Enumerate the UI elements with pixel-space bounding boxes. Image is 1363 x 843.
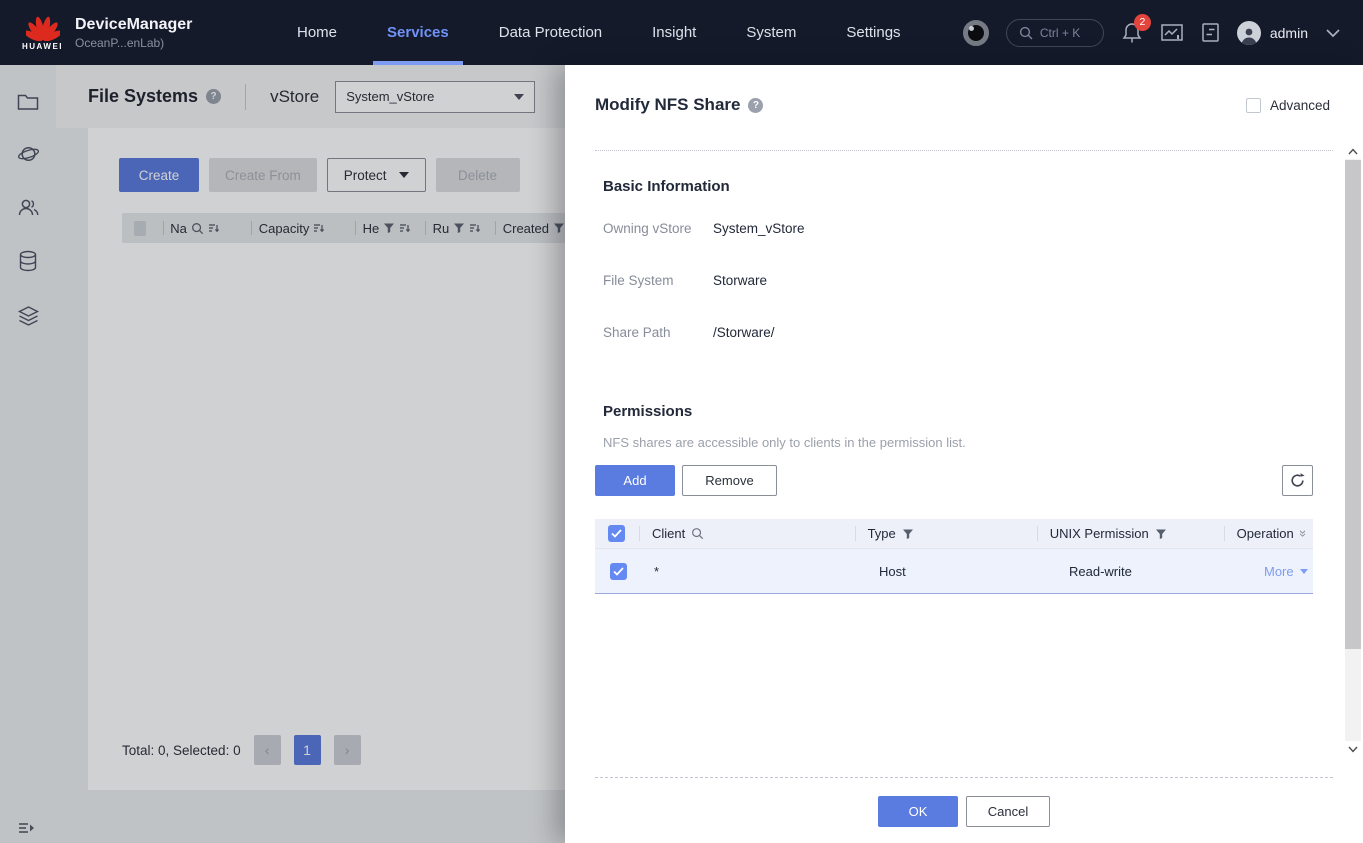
file-system-value: Storware (713, 273, 767, 288)
permission-row[interactable]: * Host Read-write More (595, 548, 1313, 594)
chevron-up-icon (1348, 148, 1358, 155)
nav-item-home[interactable]: Home (283, 0, 351, 65)
chevron-down-icon (1348, 746, 1358, 753)
scrollbar-track[interactable] (1345, 159, 1361, 741)
document-icon (1201, 22, 1220, 43)
device-lens-icon[interactable] (963, 20, 989, 46)
refresh-icon (1289, 472, 1306, 489)
owning-vstore-label: Owning vStore (603, 221, 713, 236)
basic-info-heading: Basic Information (603, 178, 730, 195)
share-path-label: Share Path (603, 325, 713, 340)
row-checkbox[interactable] (610, 563, 627, 580)
username[interactable]: admin (1270, 25, 1308, 41)
cancel-button[interactable]: Cancel (966, 796, 1050, 827)
advanced-label: Advanced (1270, 98, 1330, 113)
modify-nfs-share-dialog: Modify NFS Share ? Advanced Basic Inform… (565, 65, 1363, 843)
file-system-row: File System Storware (603, 273, 767, 288)
ok-button[interactable]: OK (878, 796, 958, 827)
search-shortcut: Ctrl + K (1040, 26, 1080, 40)
huawei-logo-icon: HUAWEI (22, 15, 63, 51)
column-client: Client (639, 526, 855, 541)
more-actions-link[interactable]: More (1264, 564, 1308, 579)
modal-dim-overlay (0, 65, 565, 843)
column-unix-permission: UNIX Permission (1037, 526, 1224, 541)
permissions-heading: Permissions (603, 403, 692, 420)
add-permission-button[interactable]: Add (595, 465, 675, 496)
owning-vstore-value: System_vStore (713, 221, 805, 236)
filter-icon[interactable] (902, 528, 914, 540)
nav-item-services[interactable]: Services (373, 0, 463, 65)
chart-alert-icon (1160, 22, 1184, 44)
topnav-right: Ctrl + K 2 (963, 19, 1363, 47)
global-search-input[interactable]: Ctrl + K (1006, 19, 1104, 47)
check-icon (613, 567, 624, 576)
dialog-title: Modify NFS Share (595, 95, 740, 115)
nav-item-system[interactable]: System (732, 0, 810, 65)
huawei-wordmark: HUAWEI (22, 42, 63, 51)
advanced-toggle[interactable]: Advanced (1246, 98, 1330, 113)
cell-type: Host (866, 564, 1056, 579)
logs-button[interactable] (1201, 22, 1220, 43)
app-title: DeviceManager (75, 15, 192, 35)
refresh-button[interactable] (1282, 465, 1313, 496)
permissions-note: NFS shares are accessible only to client… (603, 435, 966, 450)
cell-client: * (641, 564, 866, 579)
advanced-checkbox[interactable] (1246, 98, 1261, 113)
nav-item-settings[interactable]: Settings (832, 0, 914, 65)
search-icon[interactable] (691, 527, 704, 540)
select-all-checkbox[interactable] (608, 525, 625, 542)
column-operation: Operation » (1224, 526, 1313, 541)
performance-alert-button[interactable] (1160, 22, 1184, 44)
filter-icon[interactable] (1155, 528, 1167, 540)
avatar[interactable] (1237, 21, 1261, 45)
search-icon (1019, 26, 1033, 40)
main-menu: Home Services Data Protection Insight Sy… (283, 0, 915, 65)
permissions-table: Client Type UNIX Permission Operatio (595, 519, 1313, 594)
permissions-table-header: Client Type UNIX Permission Operatio (595, 519, 1313, 548)
nav-item-data-protection[interactable]: Data Protection (485, 0, 616, 65)
top-navbar: HUAWEI DeviceManager OceanP...enLab) Hom… (0, 0, 1363, 65)
caret-down-icon (1300, 569, 1308, 574)
scroll-down-button[interactable] (1345, 741, 1361, 757)
help-icon[interactable]: ? (748, 98, 763, 113)
column-settings-icon[interactable]: » (1296, 530, 1311, 537)
user-icon (1239, 25, 1259, 45)
divider (595, 150, 1333, 151)
scrollbar-thumb[interactable] (1345, 160, 1361, 649)
divider (595, 777, 1333, 778)
dialog-footer: OK Cancel (565, 796, 1363, 827)
notifications-button[interactable]: 2 (1121, 21, 1143, 45)
chevron-down-icon[interactable] (1325, 28, 1341, 38)
notification-badge: 2 (1134, 14, 1151, 31)
more-label: More (1264, 564, 1294, 579)
dialog-scrollbar (1345, 143, 1361, 757)
brand: HUAWEI DeviceManager OceanP...enLab) (0, 15, 255, 51)
column-type: Type (855, 526, 1037, 541)
nav-item-insight[interactable]: Insight (638, 0, 710, 65)
device-name: OceanP...enLab) (75, 35, 192, 51)
file-system-label: File System (603, 273, 713, 288)
remove-permission-button[interactable]: Remove (682, 465, 777, 496)
share-path-row: Share Path /Storware/ (603, 325, 775, 340)
owning-vstore-row: Owning vStore System_vStore (603, 221, 805, 236)
scroll-up-button[interactable] (1345, 143, 1361, 159)
check-icon (611, 529, 622, 538)
share-path-value: /Storware/ (713, 325, 775, 340)
cell-unix-permission: Read-write (1056, 564, 1251, 579)
